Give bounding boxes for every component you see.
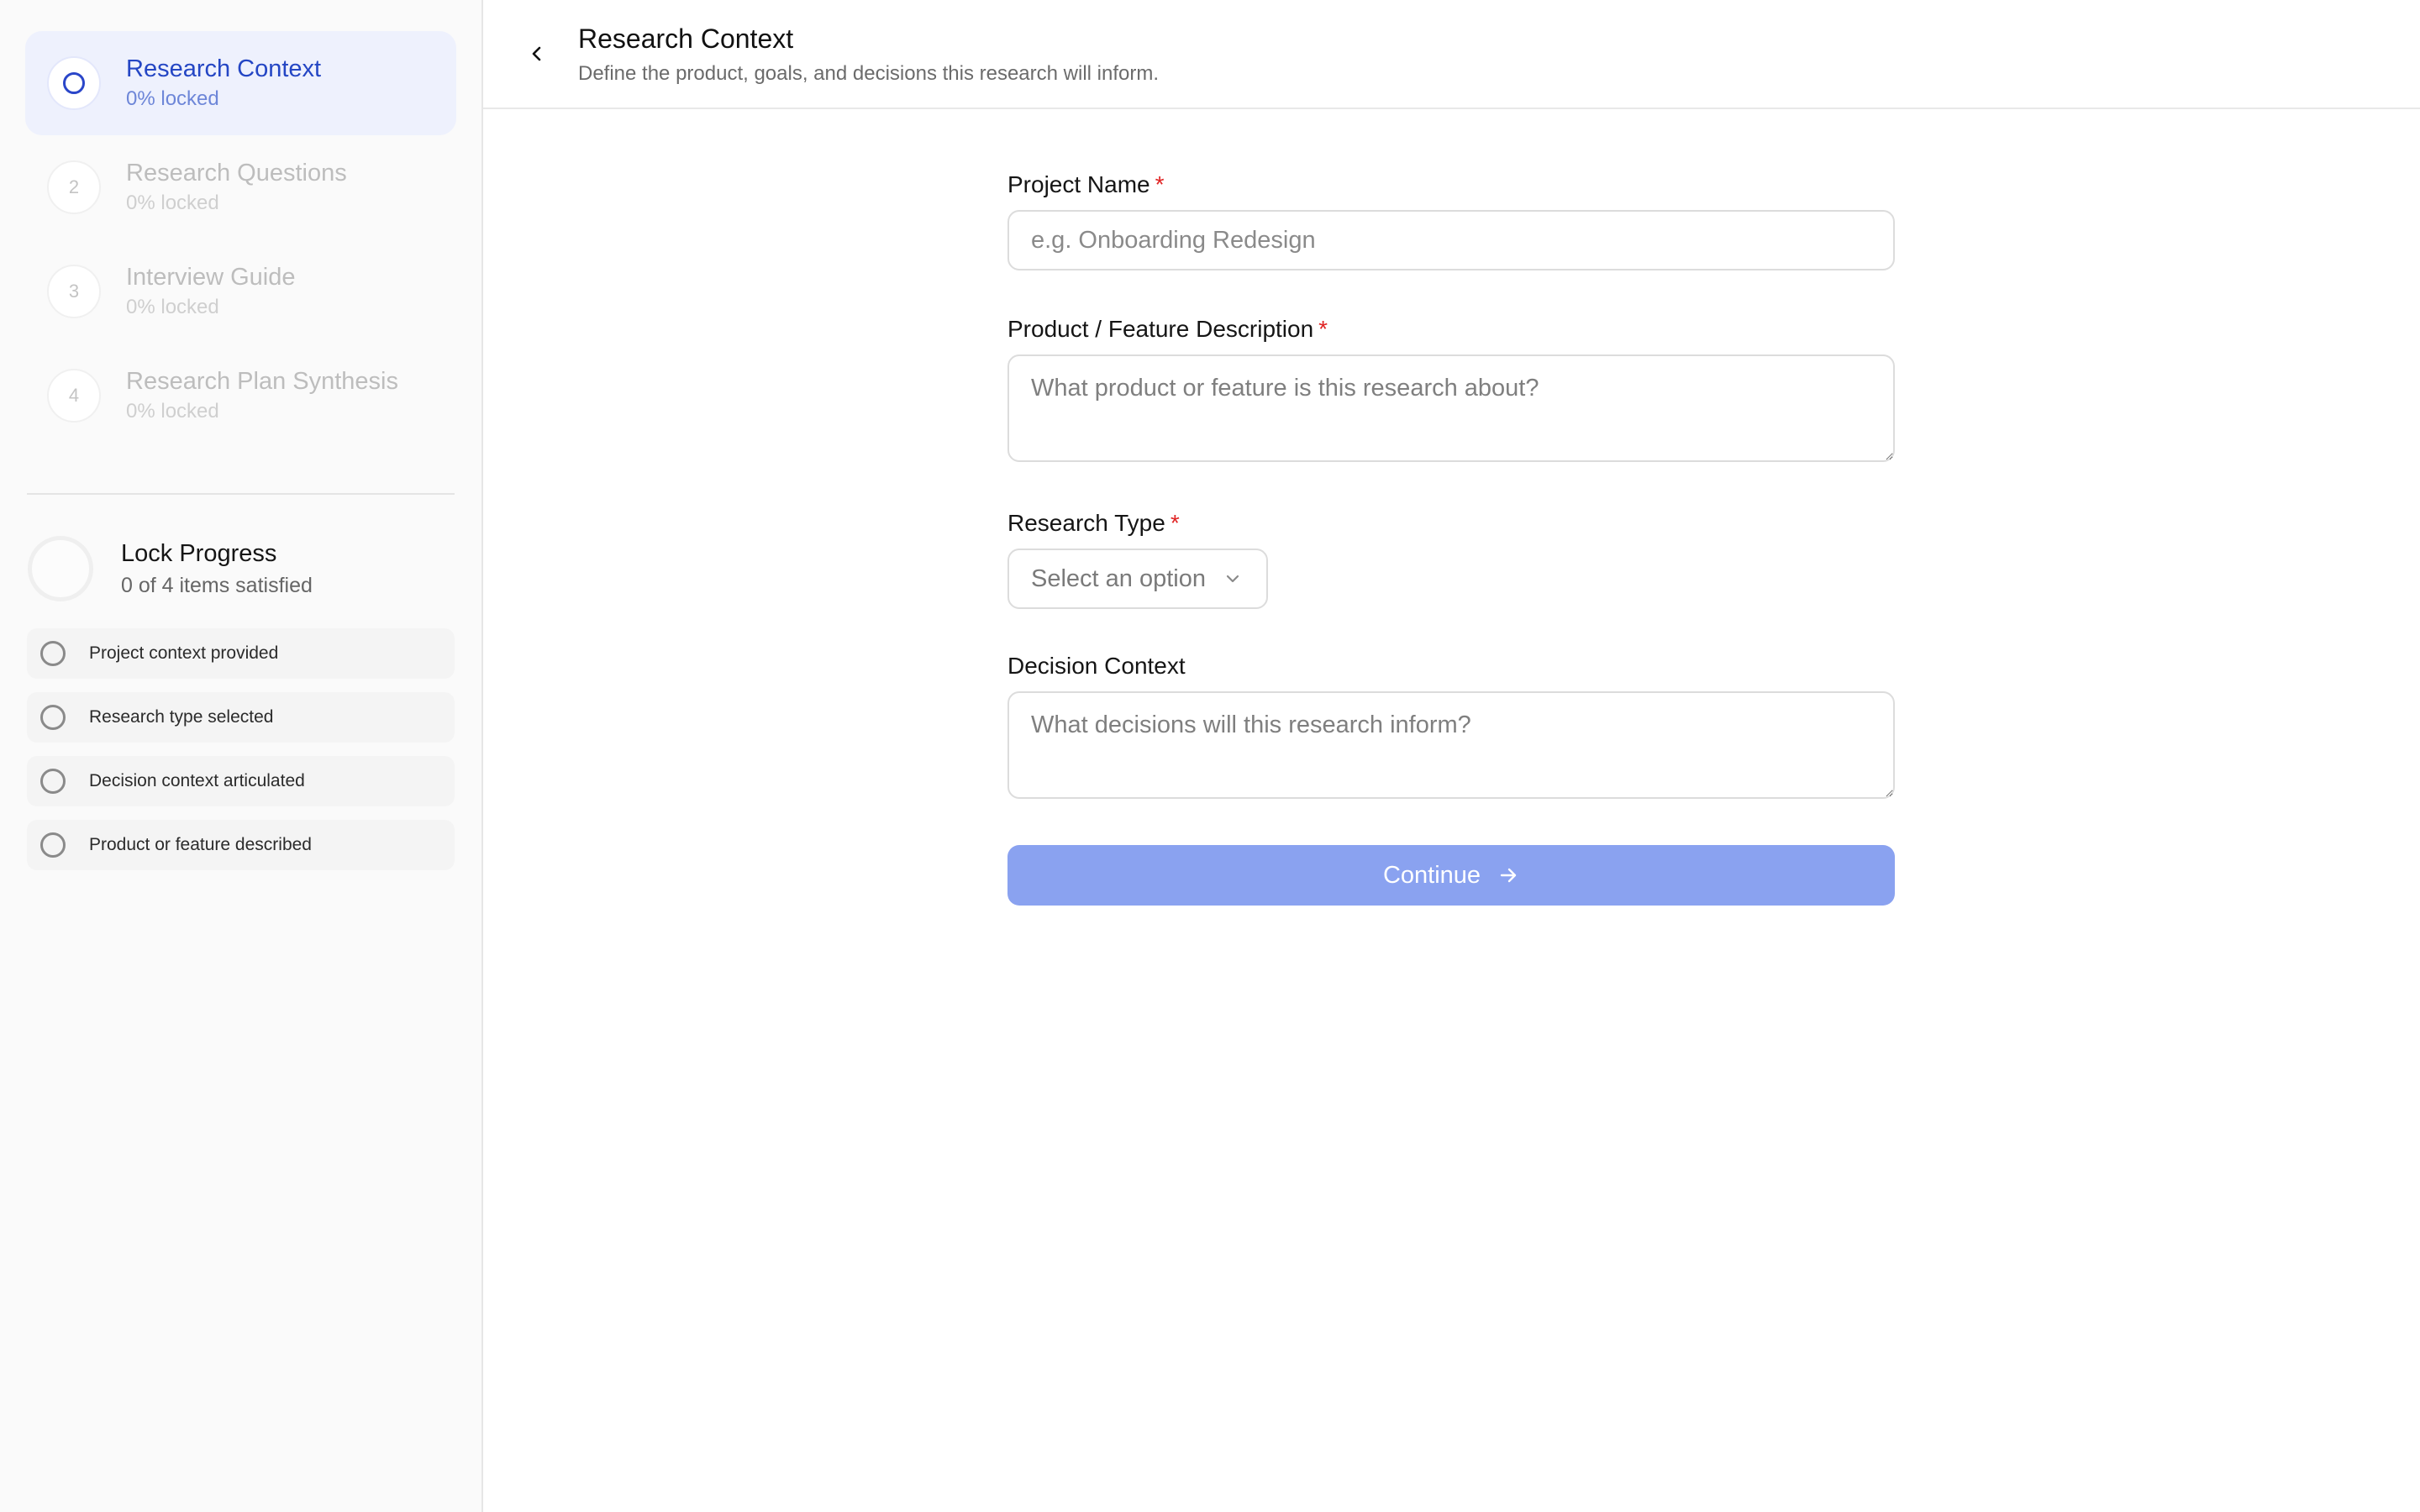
lock-progress-count: 0 of 4 items satisfied (121, 574, 313, 597)
decision-context-label: Decision Context (1007, 653, 1186, 679)
continue-label: Continue (1382, 861, 1481, 889)
checklist-item: Project context provided (27, 628, 455, 679)
step-lock-status: 0% locked (126, 296, 219, 318)
step-number: 3 (47, 265, 101, 318)
required-marker: * (1318, 316, 1328, 342)
in-progress-ring-icon (63, 72, 85, 94)
checklist-item: Decision context articulated (27, 756, 455, 806)
sidebar-divider (27, 493, 455, 495)
lock-progress-ring (28, 536, 93, 601)
page-title: Research Context (578, 24, 794, 54)
lock-checklist: Project context provided Research type s… (27, 628, 455, 884)
chevron-left-icon (532, 46, 541, 61)
continue-button[interactable]: Continue (1007, 845, 1895, 906)
description-label: Product / Feature Description * (1007, 316, 1328, 342)
page-header: Research Context Define the product, goa… (483, 0, 2420, 109)
unchecked-circle-icon (40, 641, 66, 666)
unchecked-circle-icon (40, 832, 66, 858)
checklist-item-label: Research type selected (89, 707, 274, 727)
step-number: 4 (47, 369, 101, 423)
back-button[interactable] (517, 34, 557, 74)
research-context-form: Project Name* Product / Feature Descript… (1007, 168, 1895, 906)
lock-progress-title: Lock Progress (121, 540, 277, 567)
sidebar: Research Context 0% locked 2 Research Qu… (0, 0, 483, 1512)
step-title: Research Context (126, 55, 322, 82)
chevron-down-icon (1226, 575, 1239, 583)
select-value: Select an option (1031, 564, 1206, 592)
project-name-group: Project Name * (1007, 168, 1895, 270)
decision-context-group: Decision Context (1007, 649, 1895, 803)
checklist-item: Research type selected (27, 692, 455, 743)
app-root: Research Context 0% locked 2 Research Qu… (0, 0, 2420, 1512)
checklist-item-label: Decision context articulated (89, 771, 305, 790)
step-lock-status: 0% locked (126, 400, 219, 423)
step-lock-status: 0% locked (126, 192, 219, 214)
required-marker: * (1155, 171, 1165, 197)
research-type-select[interactable]: Select an option (1007, 549, 1268, 609)
page-subtitle: Define the product, goals, and decisions… (578, 62, 1160, 85)
research-type-group: Research Type * Select an option (1007, 507, 1895, 609)
main-content: Research Context Define the product, goa… (483, 0, 2420, 1512)
arrow-right-icon (1500, 868, 1517, 883)
step-title: Research Questions (126, 160, 347, 186)
checklist-item-label: Project context provided (89, 643, 279, 663)
step-title: Interview Guide (126, 264, 296, 291)
project-name-label: Project Name * (1007, 171, 1165, 197)
step-lock-status: 0% locked (126, 87, 219, 110)
step-research-questions[interactable]: 2 Research Questions 0% locked (25, 135, 456, 239)
unchecked-circle-icon (40, 769, 66, 794)
lock-progress: Lock Progress 0 of 4 items satisfied (28, 536, 313, 601)
required-marker: * (1170, 510, 1180, 536)
step-research-plan-synthesis[interactable]: 4 Research Plan Synthesis 0% locked (25, 344, 456, 448)
step-interview-guide[interactable]: 3 Interview Guide 0% locked (25, 239, 456, 344)
checklist-item: Product or feature described (27, 820, 455, 870)
step-number: 2 (47, 160, 101, 214)
step-status-icon (47, 56, 101, 110)
project-name-input[interactable] (1007, 210, 1895, 270)
checklist-item-label: Product or feature described (89, 835, 312, 854)
step-title: Research Plan Synthesis (126, 368, 398, 395)
decision-context-textarea[interactable] (1007, 691, 1895, 799)
description-group: Product / Feature Description * (1007, 312, 1895, 466)
unchecked-circle-icon (40, 705, 66, 730)
description-textarea[interactable] (1007, 354, 1895, 462)
step-research-context[interactable]: Research Context 0% locked (25, 31, 456, 135)
research-type-label: Research Type * (1007, 510, 1180, 536)
